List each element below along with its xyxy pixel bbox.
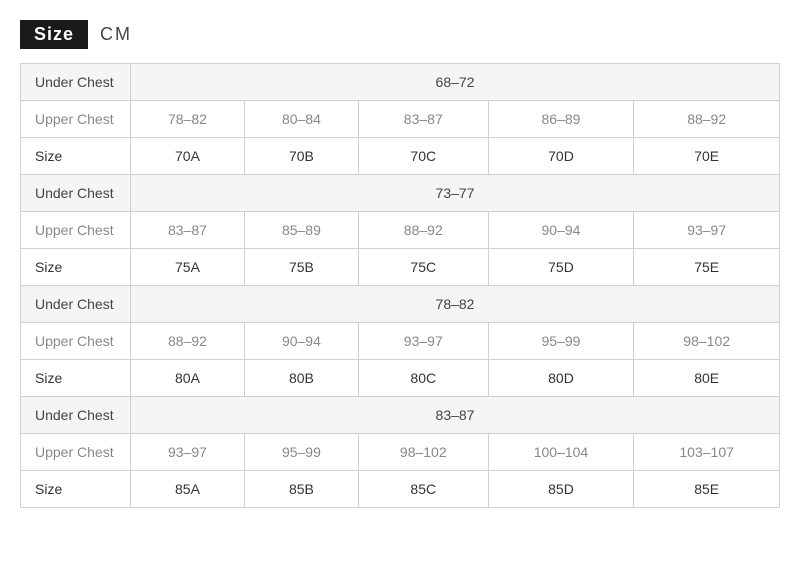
upper-chest-cell: 98–102 (358, 434, 488, 471)
under-chest-label: Under Chest (21, 286, 131, 323)
under-chest-row: Under Chest68–72 (21, 64, 780, 101)
unit-label: CM (100, 24, 132, 45)
upper-chest-row: Upper Chest88–9290–9493–9795–9998–102 (21, 323, 780, 360)
size-table: Under Chest68–72Upper Chest78–8280–8483–… (20, 63, 780, 508)
upper-chest-cell: 90–94 (488, 212, 634, 249)
upper-chest-cell: 93–97 (131, 434, 245, 471)
size-row: Size75A75B75C75D75E (21, 249, 780, 286)
size-row: Size80A80B80C80D80E (21, 360, 780, 397)
upper-chest-cell: 95–99 (488, 323, 634, 360)
upper-chest-label: Upper Chest (21, 434, 131, 471)
size-label-cell: Size (21, 471, 131, 508)
under-chest-value: 78–82 (131, 286, 780, 323)
upper-chest-row: Upper Chest83–8785–8988–9290–9493–97 (21, 212, 780, 249)
under-chest-label: Under Chest (21, 397, 131, 434)
size-row: Size85A85B85C85D85E (21, 471, 780, 508)
size-cell: 80A (131, 360, 245, 397)
upper-chest-cell: 95–99 (244, 434, 358, 471)
upper-chest-cell: 85–89 (244, 212, 358, 249)
under-chest-value: 68–72 (131, 64, 780, 101)
size-label-cell: Size (21, 249, 131, 286)
upper-chest-cell: 88–92 (358, 212, 488, 249)
size-cell: 85A (131, 471, 245, 508)
chart-header: Size CM (20, 20, 780, 49)
size-row: Size70A70B70C70D70E (21, 138, 780, 175)
upper-chest-row: Upper Chest78–8280–8483–8786–8988–92 (21, 101, 780, 138)
size-label-cell: Size (21, 360, 131, 397)
under-chest-value: 83–87 (131, 397, 780, 434)
size-cell: 85E (634, 471, 780, 508)
size-cell: 80C (358, 360, 488, 397)
under-chest-label: Under Chest (21, 175, 131, 212)
upper-chest-cell: 86–89 (488, 101, 634, 138)
under-chest-row: Under Chest78–82 (21, 286, 780, 323)
under-chest-label: Under Chest (21, 64, 131, 101)
upper-chest-cell: 88–92 (131, 323, 245, 360)
size-label: Size (20, 20, 88, 49)
size-cell: 70C (358, 138, 488, 175)
size-cell: 75D (488, 249, 634, 286)
under-chest-row: Under Chest83–87 (21, 397, 780, 434)
size-chart-container: Size CM Under Chest68–72Upper Chest78–82… (20, 20, 780, 508)
size-cell: 75B (244, 249, 358, 286)
size-cell: 80B (244, 360, 358, 397)
upper-chest-cell: 90–94 (244, 323, 358, 360)
upper-chest-cell: 80–84 (244, 101, 358, 138)
under-chest-value: 73–77 (131, 175, 780, 212)
upper-chest-label: Upper Chest (21, 323, 131, 360)
upper-chest-cell: 93–97 (358, 323, 488, 360)
upper-chest-cell: 100–104 (488, 434, 634, 471)
size-cell: 70B (244, 138, 358, 175)
size-cell: 80D (488, 360, 634, 397)
upper-chest-row: Upper Chest93–9795–9998–102100–104103–10… (21, 434, 780, 471)
size-cell: 70A (131, 138, 245, 175)
size-cell: 75A (131, 249, 245, 286)
size-cell: 70D (488, 138, 634, 175)
size-cell: 85D (488, 471, 634, 508)
upper-chest-cell: 98–102 (634, 323, 780, 360)
under-chest-row: Under Chest73–77 (21, 175, 780, 212)
upper-chest-label: Upper Chest (21, 212, 131, 249)
size-cell: 80E (634, 360, 780, 397)
upper-chest-label: Upper Chest (21, 101, 131, 138)
upper-chest-cell: 78–82 (131, 101, 245, 138)
size-cell: 85C (358, 471, 488, 508)
size-cell: 75E (634, 249, 780, 286)
size-cell: 85B (244, 471, 358, 508)
upper-chest-cell: 93–97 (634, 212, 780, 249)
upper-chest-cell: 83–87 (358, 101, 488, 138)
size-label-cell: Size (21, 138, 131, 175)
upper-chest-cell: 103–107 (634, 434, 780, 471)
size-cell: 70E (634, 138, 780, 175)
size-cell: 75C (358, 249, 488, 286)
upper-chest-cell: 83–87 (131, 212, 245, 249)
upper-chest-cell: 88–92 (634, 101, 780, 138)
